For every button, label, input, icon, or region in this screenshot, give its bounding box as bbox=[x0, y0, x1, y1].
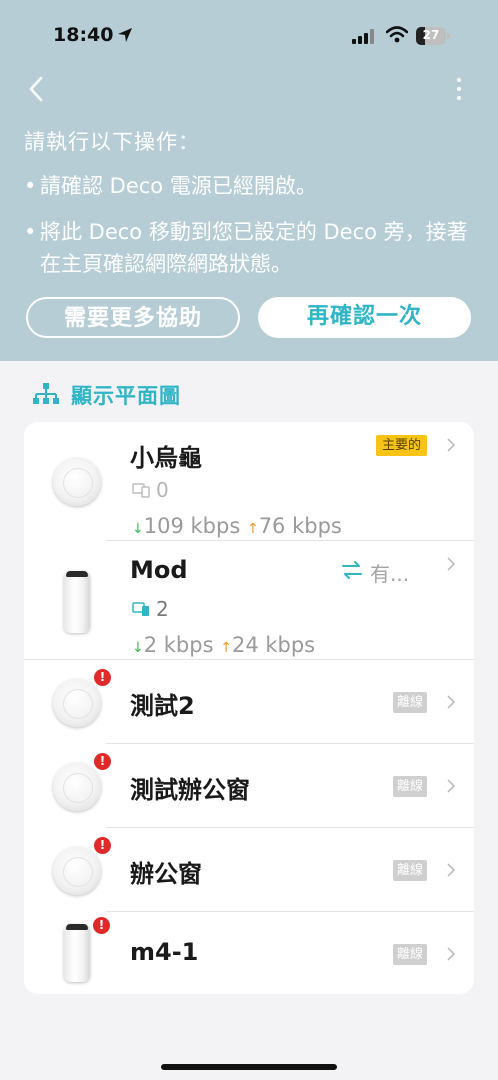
chevron-left-icon[interactable] bbox=[24, 74, 50, 104]
chevron-right-icon bbox=[447, 438, 456, 452]
device-row[interactable]: Mod 有... 2 ↓2 kbps ↑24 kbps bbox=[24, 541, 474, 660]
alert-icon: ! bbox=[94, 753, 111, 770]
header-panel: 18:40 27 請執行以下操作： • 請確認 Deco 電源已經開啟。 • 將… bbox=[0, 0, 498, 361]
device-row[interactable]: ! 辦公窗 離線 bbox=[24, 828, 474, 912]
home-indicator[interactable] bbox=[161, 1064, 337, 1070]
offline-badge: 離線 bbox=[393, 692, 428, 713]
devices-icon bbox=[132, 483, 150, 498]
traffic-speeds: ↓109 kbps ↑76 kbps bbox=[132, 514, 342, 538]
check-again-button[interactable]: 再確認一次 bbox=[258, 297, 471, 338]
deco-device-icon bbox=[53, 763, 101, 811]
cellular-signal-icon bbox=[352, 29, 374, 44]
alert-icon: ! bbox=[94, 837, 111, 854]
chevron-right-icon bbox=[447, 947, 456, 961]
deco-tower-device-icon bbox=[64, 571, 90, 633]
deco-device-icon bbox=[53, 847, 101, 895]
offline-badge: 離線 bbox=[393, 860, 428, 881]
main-badge: 主要的 bbox=[376, 435, 428, 456]
device-name: m4-1 bbox=[130, 938, 199, 966]
devices-icon bbox=[132, 602, 149, 616]
ethernet-link-icon bbox=[342, 561, 362, 579]
network-tree-icon bbox=[33, 383, 59, 404]
instructions-title: 請執行以下操作： bbox=[24, 130, 200, 154]
status-time: 18:40 bbox=[53, 24, 114, 46]
alert-icon: ! bbox=[94, 669, 111, 686]
device-row[interactable]: 小烏龜 主要的 0 ↓109 kbps ↑76 kbps bbox=[24, 422, 474, 541]
battery-level: 27 bbox=[422, 28, 440, 42]
download-speed: 2 kbps bbox=[143, 633, 214, 657]
download-speed: 109 kbps bbox=[143, 514, 241, 538]
device-name: 測試辦公窗 bbox=[130, 776, 250, 804]
deco-device-icon bbox=[53, 458, 101, 506]
chevron-right-icon bbox=[447, 695, 456, 709]
upload-speed: 76 kbps bbox=[258, 514, 342, 538]
traffic-speeds: ↓2 kbps ↑24 kbps bbox=[132, 633, 316, 657]
device-name: 測試2 bbox=[130, 692, 195, 720]
offline-badge: 離線 bbox=[393, 776, 428, 797]
device-name: Mod bbox=[130, 556, 188, 584]
offline-badge: 離線 bbox=[393, 944, 428, 965]
instruction-text: 請確認 Deco 電源已經開啟。 bbox=[40, 174, 317, 198]
deco-tower-device-icon bbox=[64, 924, 90, 982]
deco-device-icon bbox=[53, 679, 101, 727]
device-list: 小烏龜 主要的 0 ↓109 kbps ↑76 kbps Mod 有... 2 … bbox=[24, 422, 474, 994]
location-arrow-icon bbox=[118, 28, 132, 42]
device-row[interactable]: ! 測試辦公窗 離線 bbox=[24, 744, 474, 828]
need-help-button[interactable]: 需要更多協助 bbox=[26, 297, 240, 338]
wifi-icon bbox=[386, 26, 408, 43]
more-vertical-icon[interactable] bbox=[452, 76, 466, 104]
chevron-right-icon bbox=[447, 779, 456, 793]
chevron-right-icon bbox=[447, 863, 456, 877]
device-row[interactable]: ! m4-1 離線 bbox=[24, 912, 474, 994]
chevron-right-icon bbox=[447, 557, 456, 571]
battery-icon: 27 bbox=[416, 27, 450, 45]
device-name: 辦公窗 bbox=[130, 860, 202, 888]
upload-speed: 24 kbps bbox=[231, 633, 316, 657]
device-name: 小烏龜 bbox=[130, 444, 202, 472]
alert-icon: ! bbox=[93, 917, 110, 934]
instruction-text: 將此 Deco 移動到您已設定的 Deco 旁，接著在主頁確認網際網路狀態。 bbox=[40, 220, 468, 276]
floorplan-label: 顯示平面圖 bbox=[71, 384, 181, 408]
device-row[interactable]: ! 測試2 離線 bbox=[24, 660, 474, 744]
